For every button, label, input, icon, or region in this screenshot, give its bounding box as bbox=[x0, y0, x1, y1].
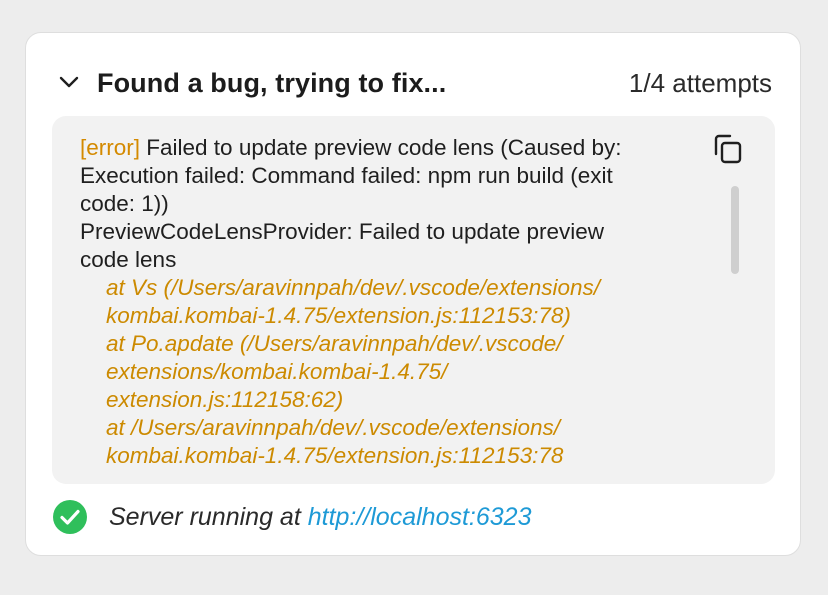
attempts-counter: 1/4 attempts bbox=[628, 68, 772, 98]
stack-trace-line: kombai.kombai-1.4.75/extension.js:112153… bbox=[106, 443, 564, 468]
bug-fix-card: Found a bug, trying to fix... 1/4 attemp… bbox=[25, 32, 801, 556]
stack-trace-line: kombai.kombai-1.4.75/extension.js:112153… bbox=[106, 303, 571, 328]
status-prefix: Server running at bbox=[109, 503, 308, 531]
stack-trace-line: at Vs (/Users/aravinnpah/dev/.vscode/ext… bbox=[106, 275, 601, 300]
log-line: Execution failed: Command failed: npm ru… bbox=[80, 163, 613, 188]
log-line: PreviewCodeLensProvider: Failed to updat… bbox=[80, 219, 605, 244]
log-scrollbar[interactable] bbox=[731, 186, 739, 274]
stack-trace-line: extension.js:112158:62) bbox=[106, 387, 344, 412]
status-text: Server running at http://localhost:6323 bbox=[109, 502, 532, 532]
log-line: code: 1)) bbox=[80, 191, 169, 216]
copy-icon[interactable] bbox=[708, 130, 748, 170]
error-tag: [error] bbox=[80, 135, 141, 160]
card-title: Found a bug, trying to fix... bbox=[97, 68, 447, 98]
server-url-link[interactable]: http://localhost:6323 bbox=[308, 503, 532, 531]
server-status: Server running at http://localhost:6323 bbox=[52, 499, 752, 535]
stack-trace-line: at /Users/aravinnpah/dev/.vscode/extensi… bbox=[106, 415, 560, 440]
check-circle-icon bbox=[52, 499, 88, 535]
error-log-text: [error] Failed to update preview code le… bbox=[80, 134, 692, 470]
chevron-down-icon[interactable] bbox=[58, 71, 80, 93]
error-log-panel[interactable]: [error] Failed to update preview code le… bbox=[52, 116, 775, 484]
stack-trace-line: extensions/kombai.kombai-1.4.75/ bbox=[106, 359, 448, 384]
log-line: [error] Failed to update preview code le… bbox=[80, 134, 692, 162]
log-message: Failed to update preview code lens (Caus… bbox=[140, 135, 622, 160]
stack-trace-line: at Po.apdate (/Users/aravinnpah/dev/.vsc… bbox=[106, 331, 563, 356]
log-line: code lens bbox=[80, 247, 177, 272]
